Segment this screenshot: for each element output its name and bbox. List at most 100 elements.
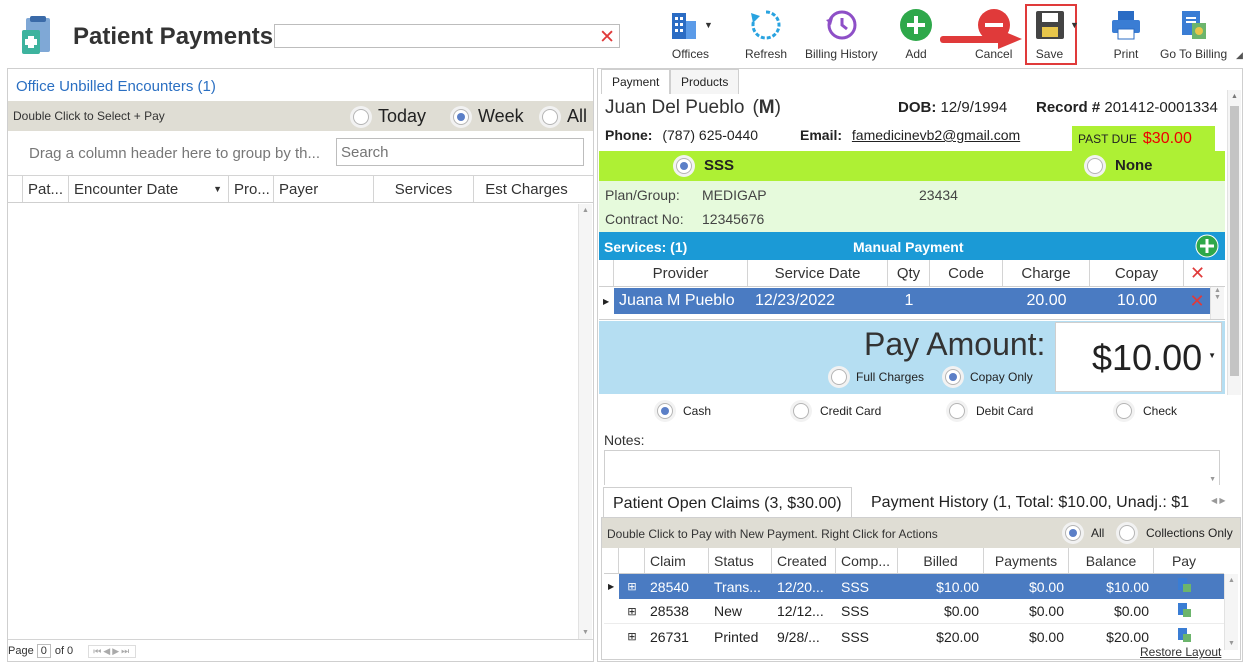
go-to-billing-button[interactable]: Go To Billing — [1160, 8, 1227, 61]
method-check[interactable]: Check — [1116, 403, 1177, 419]
email-link[interactable]: famedicinevb2@gmail.com — [852, 127, 1020, 143]
services-bar: Services: (1) Manual Payment — [599, 232, 1225, 260]
col-services[interactable]: Services — [374, 176, 474, 202]
tab-payment-history[interactable]: Payment History (1, Total: $10.00, Unadj… — [862, 487, 1202, 517]
notes-scroll-down-icon[interactable]: ▼ — [1209, 476, 1216, 483]
billing-icon — [1178, 8, 1210, 42]
col-charge[interactable]: Charge — [1003, 260, 1090, 286]
col-patient[interactable]: Pat... — [23, 176, 69, 202]
past-due-badge: PAST DUE $30.00 — [1072, 126, 1215, 152]
refresh-button[interactable]: Refresh — [745, 8, 787, 61]
pager-nav-icons[interactable]: ⏮◀▶⏭ — [88, 644, 137, 658]
tab-payment[interactable]: Payment — [601, 69, 671, 94]
save-button[interactable]: ▼ Save — [1034, 8, 1079, 61]
delete-all-icon[interactable]: ✕ — [1184, 260, 1211, 286]
claims-scrollbar[interactable]: ▲ ▼ — [1224, 574, 1238, 650]
claim-row-body[interactable]: ⊞ 28540 Trans... 12/20... SSS $10.00 $0.… — [619, 574, 1224, 599]
pay-amount-input[interactable]: $10.00 ▼ — [1055, 322, 1222, 392]
col-payer[interactable]: Payer — [274, 176, 374, 202]
right-scrollbar[interactable]: ▲ — [1227, 90, 1241, 395]
service-row[interactable]: ▶ Juana M Pueblo 12/23/2022 1 20.00 10.0… — [599, 288, 1225, 314]
col-qty[interactable]: Qty — [888, 260, 930, 286]
method-debit-card[interactable]: Debit Card — [949, 403, 1033, 419]
offices-button[interactable]: ▼ Offices — [668, 8, 713, 61]
claim-created: 9/28/... — [777, 628, 820, 645]
patient-sex-value: M — [758, 97, 775, 118]
copay-only-option[interactable]: Copay Only — [945, 369, 1033, 385]
expand-icon[interactable]: ⊞ — [619, 605, 645, 618]
claims-hint-bar: Double Click to Pay with New Payment. Ri… — [602, 518, 1240, 548]
expand-icon[interactable]: ⊞ — [619, 580, 645, 593]
col-payments[interactable]: Payments — [984, 548, 1069, 573]
billing-history-button[interactable]: Billing History — [805, 8, 878, 61]
dob-label: DOB: — [898, 99, 937, 116]
scroll-up-icon[interactable]: ▲ — [1225, 577, 1238, 584]
clear-icon[interactable]: ✕ — [599, 26, 615, 49]
col-service-date[interactable]: Service Date — [748, 260, 888, 286]
phone-label: Phone: — [605, 127, 653, 143]
col-billed[interactable]: Billed — [898, 548, 984, 573]
scroll-up-icon[interactable]: ▲ — [1228, 93, 1241, 100]
insurance-option-none[interactable]: None — [1087, 157, 1153, 174]
notes-textarea[interactable]: ▼ — [604, 450, 1220, 485]
tab-products[interactable]: Products — [670, 69, 740, 94]
pay-amount-label: Pay Amount: — [864, 326, 1046, 362]
claim-row[interactable]: ⊞ 28538 New 12/12... SSS $0.00 $0.00 $0.… — [604, 599, 1224, 624]
col-provider[interactable]: Pro... — [229, 176, 274, 202]
col-created[interactable]: Created — [772, 548, 836, 573]
radio-icon — [676, 157, 692, 174]
pay-amount-dropdown-icon[interactable]: ▼ — [1208, 351, 1216, 360]
claim-billed: $10.00 — [936, 578, 979, 595]
col-code[interactable]: Code — [930, 260, 1003, 286]
toolbar-overflow-icon[interactable]: ◢ — [1236, 50, 1243, 61]
filter-today[interactable]: Today — [353, 106, 426, 127]
filter-all[interactable]: All — [542, 106, 587, 127]
email-label: Email: — [800, 127, 843, 143]
services-scrollbar[interactable]: ▲ ▼ — [1210, 287, 1224, 319]
method-cash[interactable]: Cash — [657, 403, 711, 419]
scroll-down-icon[interactable]: ▼ — [579, 629, 592, 636]
col-encounter-date[interactable]: Encounter Date ▼ — [69, 176, 229, 202]
left-scrollbar[interactable]: ▲ ▼ — [578, 204, 592, 639]
col-est-charges[interactable]: Est Charges — [474, 176, 579, 202]
scroll-up-icon[interactable]: ▲ — [579, 207, 592, 214]
delete-row-icon[interactable]: ✕ — [1184, 291, 1210, 312]
col-pay[interactable]: Pay — [1154, 548, 1214, 573]
add-button[interactable]: Add — [899, 8, 933, 61]
claims-filter-all[interactable]: All — [1065, 525, 1104, 541]
pay-claim-icon[interactable] — [1154, 602, 1214, 621]
row-indicator-header — [604, 548, 619, 573]
claim-row[interactable]: ▶ ⊞ 28540 Trans... 12/20... SSS $10.00 $… — [604, 574, 1224, 599]
scroll-down-icon[interactable]: ▼ — [1225, 640, 1238, 647]
col-status[interactable]: Status — [709, 548, 772, 573]
scrollbar-thumb[interactable] — [1230, 106, 1239, 376]
expand-icon[interactable]: ⊞ — [619, 630, 645, 643]
service-row-body[interactable]: Juana M Pueblo 12/23/2022 1 20.00 10.00 … — [614, 288, 1210, 314]
add-service-icon[interactable] — [1195, 234, 1219, 261]
tab-open-claims[interactable]: Patient Open Claims (3, $30.00) — [603, 487, 852, 517]
pay-claim-icon[interactable] — [1154, 577, 1214, 596]
pay-claim-icon[interactable] — [1154, 627, 1214, 646]
dob-value: 12/9/1994 — [940, 99, 1008, 116]
col-provider[interactable]: Provider — [614, 260, 748, 286]
notes-label: Notes: — [604, 432, 645, 448]
restore-layout-link[interactable]: Restore Layout — [1140, 645, 1222, 659]
method-credit-card[interactable]: Credit Card — [793, 403, 881, 419]
insurance-option-sss[interactable]: SSS — [676, 157, 734, 174]
tab-scroll-icon[interactable]: ◀ ▶ — [1211, 496, 1226, 505]
col-company[interactable]: Comp... — [836, 548, 898, 573]
col-balance[interactable]: Balance — [1069, 548, 1154, 573]
pager-page-input[interactable]: 0 — [36, 644, 51, 658]
left-search-input[interactable] — [336, 138, 584, 166]
radio-icon — [945, 369, 961, 385]
left-panel-title: Office Unbilled Encounters (1) — [16, 78, 216, 95]
filter-week[interactable]: Week — [453, 106, 524, 127]
col-claim[interactable]: Claim — [645, 548, 709, 573]
claims-filter-collections[interactable]: Collections Only — [1119, 525, 1233, 541]
header-search-input[interactable]: ✕ — [274, 24, 620, 48]
full-charges-option[interactable]: Full Charges — [831, 369, 924, 385]
offices-icon: ▼ — [668, 8, 713, 42]
claim-row[interactable]: ⊞ 26731 Printed 9/28/... SSS $20.00 $0.0… — [604, 624, 1224, 649]
col-copay[interactable]: Copay — [1090, 260, 1184, 286]
print-button[interactable]: Print — [1110, 8, 1142, 61]
